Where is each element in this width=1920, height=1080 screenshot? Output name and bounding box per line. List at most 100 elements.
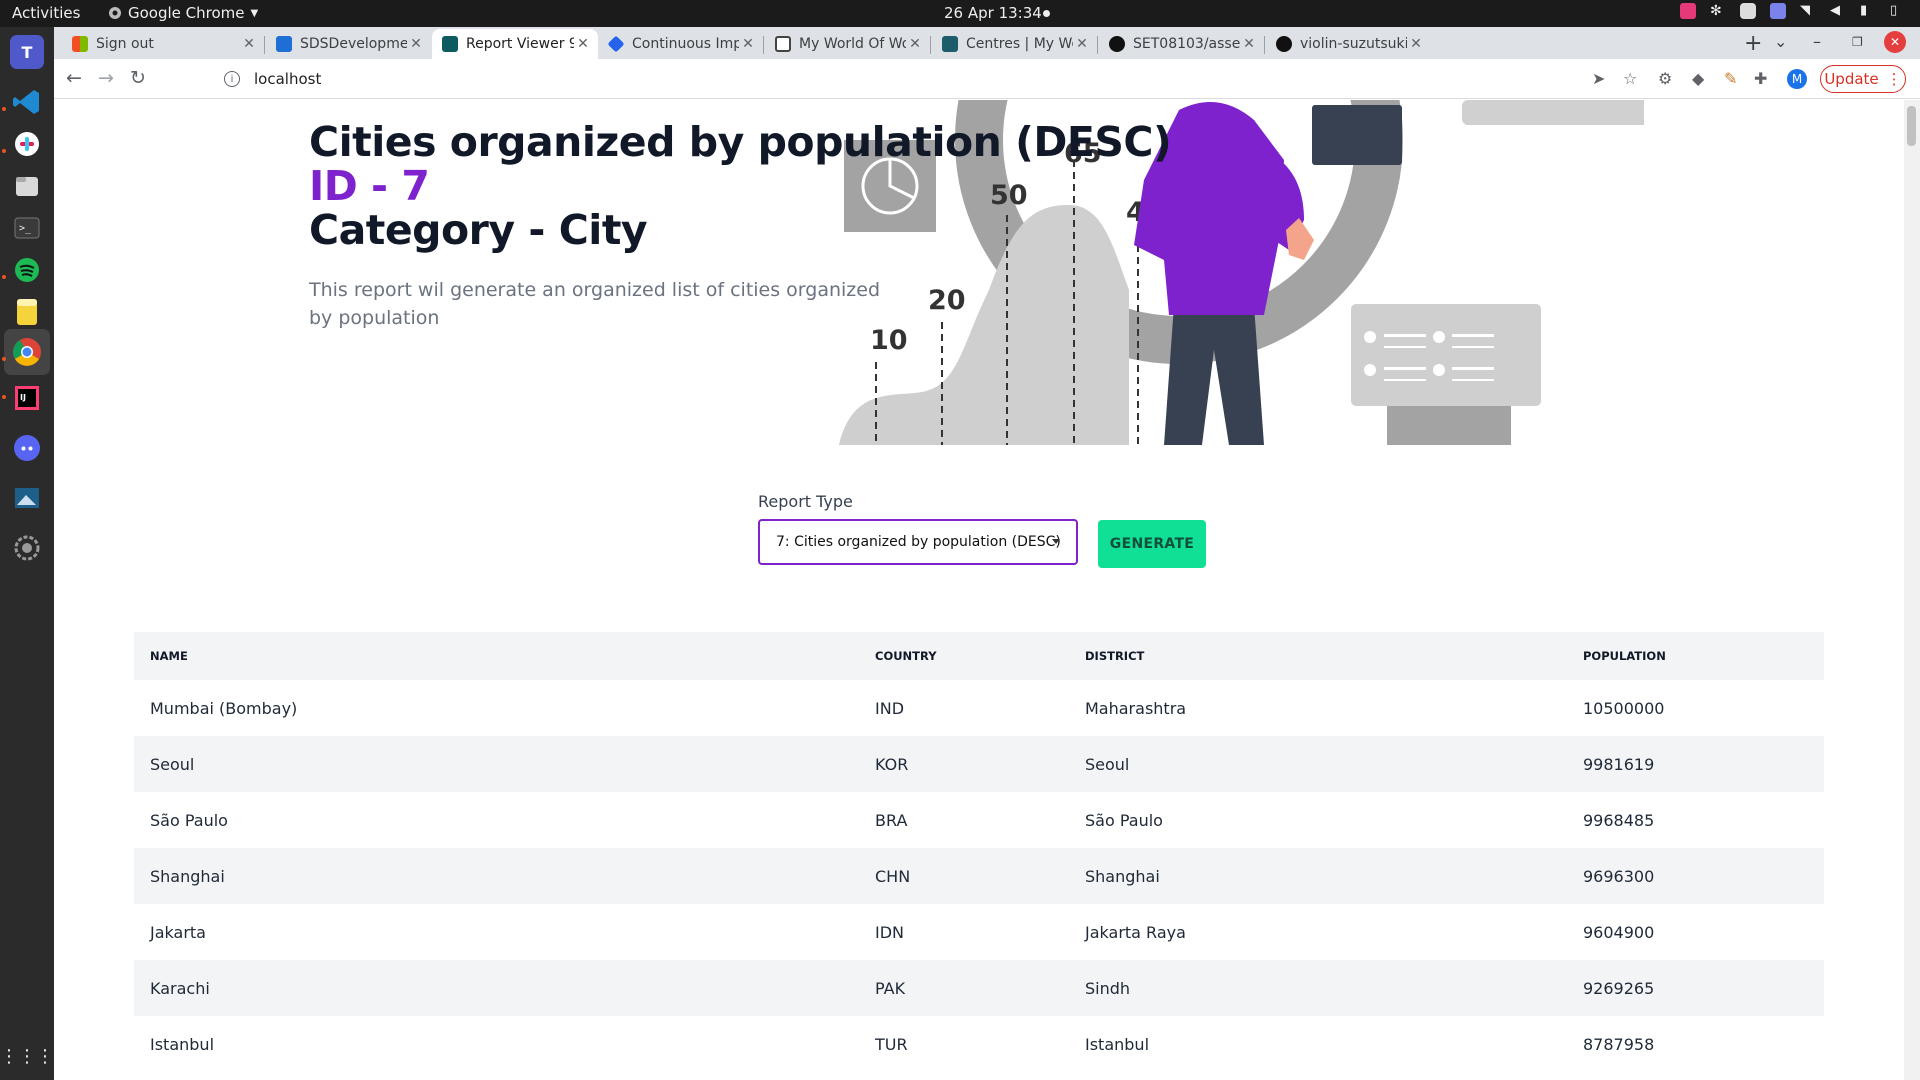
report-description: This report wil generate an organized li… [309, 279, 881, 329]
close-tab-icon[interactable]: ✕ [407, 36, 425, 52]
cell-name: Jakarta [150, 922, 206, 942]
tab-strip: Sign out ✕ SDSDevelopment / ( ✕ Report V… [54, 27, 1920, 59]
app-indicator-icon[interactable] [1680, 3, 1696, 19]
close-tab-icon[interactable]: ✕ [1240, 36, 1258, 52]
close-tab-icon[interactable]: ✕ [906, 36, 924, 52]
page-scrollbar[interactable] [1904, 100, 1920, 1080]
chrome-app-icon[interactable] [4, 329, 50, 375]
spotify-app-icon[interactable] [10, 253, 44, 287]
teams-app-icon[interactable]: T [10, 35, 44, 69]
tab-report-viewer[interactable]: Report Viewer 9000 ✕ [432, 29, 598, 59]
close-tab-icon[interactable]: ✕ [240, 36, 258, 52]
microphone-icon[interactable]: ▮ [1860, 3, 1876, 19]
screenshot-app-icon[interactable] [10, 481, 44, 515]
restore-button[interactable]: ❐ [1852, 35, 1863, 49]
notes-app-icon[interactable] [10, 295, 44, 329]
close-tab-icon[interactable]: ✕ [574, 36, 592, 52]
scrollbar-thumb[interactable] [1907, 106, 1916, 146]
close-tab-icon[interactable]: ✕ [1407, 36, 1425, 52]
cell-country: PAK [875, 978, 906, 998]
system-tray[interactable]: ✻ ◥ ◀ ▮ ▯ [1680, 3, 1906, 19]
back-arrow-icon[interactable]: ← [66, 67, 82, 89]
cell-country: IND [875, 698, 905, 718]
tab-centres[interactable]: Centres | My World c ✕ [932, 29, 1097, 59]
github-icon [1109, 36, 1125, 52]
site-info-icon[interactable]: i [224, 71, 240, 87]
clock[interactable]: 26 Apr 13:34 [944, 4, 1042, 22]
close-tab-icon[interactable]: ✕ [1073, 36, 1091, 52]
bookmark-star-icon[interactable]: ☆ [1623, 69, 1637, 88]
tab-sdsdevelopment[interactable]: SDSDevelopment / ( ✕ [266, 29, 431, 59]
cell-district: Maharashtra [1085, 698, 1187, 718]
profile-avatar[interactable]: M [1787, 69, 1807, 89]
tab-separator [930, 36, 931, 54]
column-header-district[interactable]: DISTRICT [1069, 632, 1567, 680]
slack-tray-icon[interactable]: ✻ [1710, 3, 1726, 19]
list-card [1351, 304, 1541, 406]
cell-population: 9604900 [1583, 922, 1655, 942]
table-row: Istanbul TUR Istanbul 8787958 [134, 1016, 1824, 1072]
table-row: Shanghai CHN Shanghai 9696300 [134, 848, 1824, 904]
cell-country: TUR [875, 1034, 908, 1054]
generate-button[interactable]: GENERATE [1098, 520, 1206, 568]
report-form: Report Type 7: Cities organized by popul… [758, 492, 1206, 568]
reload-icon[interactable]: ↻ [130, 67, 146, 89]
show-applications-icon[interactable]: ⋮⋮⋮ [0, 1039, 54, 1073]
column-header-name[interactable]: NAME [134, 632, 859, 680]
github-icon [1276, 36, 1292, 52]
running-indicator [2, 357, 6, 361]
files-app-icon[interactable] [10, 169, 44, 203]
column-header-country[interactable]: COUNTRY [859, 632, 1069, 680]
wifi-icon[interactable]: ◥ [1800, 3, 1816, 19]
address-bar[interactable]: i localhost [164, 64, 1514, 94]
tab-continuous-improve[interactable]: Continuous Improve ✕ [598, 29, 763, 59]
volume-icon[interactable]: ◀ [1830, 3, 1846, 19]
list-card-stand [1387, 406, 1511, 445]
battery-icon[interactable]: ▯ [1890, 3, 1906, 19]
discord-tray-icon[interactable] [1740, 3, 1756, 19]
extension-icon[interactable]: ⚙ [1658, 69, 1672, 88]
extension-brush-icon[interactable]: ✎ [1724, 69, 1737, 88]
close-window-button[interactable]: ✕ [1884, 31, 1906, 53]
send-icon[interactable]: ➤ [1592, 69, 1605, 88]
extension-cube-icon[interactable]: ◆ [1692, 69, 1704, 88]
cell-country: KOR [875, 754, 909, 774]
cell-district: Seoul [1085, 754, 1130, 774]
settings-app-icon[interactable] [10, 531, 44, 565]
dropdown-caret-icon [1052, 539, 1060, 544]
app-menu[interactable]: Google Chrome ▼ [108, 4, 258, 22]
tab-search-icon[interactable]: ⌄ [1774, 32, 1787, 51]
dock: T >_ IJ ⋮⋮⋮ [0, 27, 54, 1080]
tab-set08103[interactable]: SET08103/assessme ✕ [1099, 29, 1264, 59]
terminal-app-icon[interactable]: >_ [10, 211, 44, 245]
vscode-app-icon[interactable] [10, 85, 44, 119]
tab-violin-suzutsuki[interactable]: violin-suzutsuki/GA ✕ [1266, 29, 1431, 59]
cell-population: 9981619 [1583, 754, 1655, 774]
table-header-row: NAME COUNTRY DISTRICT POPULATION [134, 632, 1824, 680]
report-type-select[interactable]: 7: Cities organized by population (DESC) [758, 519, 1078, 565]
teams-tray-icon[interactable] [1770, 3, 1786, 19]
cell-name: Seoul [150, 754, 195, 774]
document-icon [775, 36, 791, 52]
update-button[interactable]: Update ⋮ [1820, 65, 1906, 93]
svg-text:>_: >_ [19, 223, 32, 234]
extensions-puzzle-icon[interactable]: ✚ [1754, 69, 1767, 88]
close-tab-icon[interactable]: ✕ [739, 36, 757, 52]
forward-arrow-icon[interactable]: → [98, 67, 114, 89]
cell-country: BRA [875, 810, 908, 830]
tab-my-world-of-work[interactable]: My World Of Work - ✕ [765, 29, 930, 59]
activities-button[interactable]: Activities [12, 4, 80, 22]
minimize-button[interactable]: – [1813, 32, 1821, 51]
column-header-population[interactable]: POPULATION [1567, 632, 1824, 680]
running-indicator [2, 107, 6, 111]
table-row: São Paulo BRA São Paulo 9968485 [134, 792, 1824, 848]
slack-app-icon[interactable] [10, 127, 44, 161]
intellij-app-icon[interactable]: IJ [10, 381, 44, 415]
tab-sign-out[interactable]: Sign out ✕ [62, 29, 264, 59]
new-tab-button[interactable]: + [1744, 31, 1762, 56]
discord-app-icon[interactable] [10, 431, 44, 465]
cell-district: São Paulo [1085, 810, 1163, 830]
card-top-right [1462, 100, 1644, 125]
cell-district: Jakarta Raya [1085, 922, 1186, 942]
report-type-label: Report Type [758, 492, 853, 511]
